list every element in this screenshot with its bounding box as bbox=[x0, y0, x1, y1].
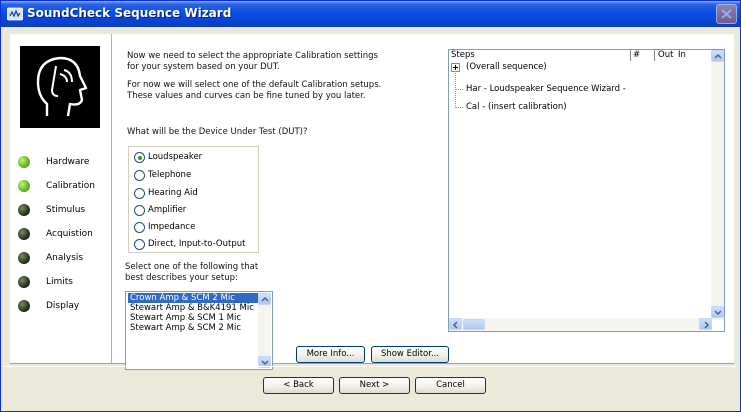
step-hardware: Hardware bbox=[18, 156, 113, 170]
step-acquisition: Acquistion bbox=[18, 228, 113, 242]
radio-button[interactable] bbox=[134, 239, 145, 250]
step-status-indicator bbox=[18, 228, 30, 240]
step-label: Calibration bbox=[46, 181, 95, 191]
column-separator bbox=[630, 50, 631, 61]
client-area: Hardware Calibration Stimulus Acquistion… bbox=[4, 27, 737, 406]
title-bar[interactable]: SoundCheck Sequence Wizard bbox=[1, 1, 740, 27]
dut-radio-group: Loudspeaker Telephone Hearing Aid Amplif… bbox=[128, 146, 259, 253]
radio-button[interactable] bbox=[134, 152, 145, 163]
back-button[interactable]: < Back bbox=[263, 377, 334, 394]
radio-button[interactable] bbox=[134, 188, 145, 199]
step-label: Stimulus bbox=[46, 205, 86, 215]
setup-list-item[interactable]: Stewart Amp & SCM 1 Mic bbox=[128, 313, 258, 323]
scroll-left-button[interactable] bbox=[449, 318, 462, 330]
scroll-right-button[interactable] bbox=[699, 318, 712, 330]
step-status-indicator bbox=[18, 252, 30, 264]
radio-label: Hearing Aid bbox=[148, 188, 198, 198]
close-icon bbox=[721, 9, 732, 19]
step-status-indicator bbox=[18, 204, 30, 216]
setup-list-scrollbar[interactable] bbox=[258, 293, 271, 368]
radio-telephone[interactable]: Telephone bbox=[134, 169, 254, 183]
wizard-window: SoundCheck Sequence Wizard Hardware Cali… bbox=[0, 0, 741, 412]
intro-text-2: for your system based on your DUT. bbox=[127, 62, 280, 72]
dut-question: What will be the Device Under Test (DUT)… bbox=[127, 127, 308, 137]
setup-list-item[interactable]: Stewart Amp & B&K4191 Mic bbox=[128, 303, 258, 313]
radio-button[interactable] bbox=[134, 222, 145, 233]
setup-prompt-1: Select one of the following that bbox=[125, 262, 259, 272]
tree-row-calibration[interactable]: Cal - (insert calibration) bbox=[466, 102, 567, 112]
tree-row-hardware[interactable]: Har - Loudspeaker Sequence Wizard - bbox=[466, 84, 626, 94]
head-listening-logo bbox=[20, 46, 100, 128]
radio-hearing-aid[interactable]: Hearing Aid bbox=[134, 187, 254, 201]
step-status-indicator bbox=[18, 156, 30, 168]
radio-label: Amplifier bbox=[148, 205, 187, 215]
sequence-steps-pane[interactable]: Steps # Out In (Overall sequence) Har - … bbox=[448, 49, 725, 332]
setup-prompt-2: best describes your setup: bbox=[125, 273, 238, 283]
step-status-indicator bbox=[18, 300, 30, 312]
radio-loudspeaker[interactable]: Loudspeaker bbox=[134, 151, 254, 165]
soundcheck-app-icon bbox=[7, 7, 23, 21]
column-header-number[interactable]: # bbox=[633, 50, 640, 61]
tree-row-overall[interactable]: (Overall sequence) bbox=[466, 62, 547, 72]
chevron-down-icon bbox=[714, 310, 722, 316]
step-label: Analysis bbox=[46, 253, 84, 263]
step-status-indicator bbox=[18, 180, 30, 192]
scroll-down-button[interactable] bbox=[711, 306, 724, 318]
setup-list-item[interactable]: Crown Amp & SCM 2 Mic bbox=[128, 293, 258, 303]
step-calibration: Calibration bbox=[18, 180, 113, 194]
step-label: Hardware bbox=[46, 157, 90, 167]
radio-label: Direct, Input-to-Output bbox=[148, 239, 246, 249]
chevron-left-icon bbox=[452, 321, 458, 329]
step-label: Acquistion bbox=[46, 229, 93, 239]
tree-connector bbox=[455, 89, 463, 90]
radio-button[interactable] bbox=[134, 205, 145, 216]
intro-text-1: Now we need to select the appropriate Ca… bbox=[127, 51, 378, 61]
scroll-thumb[interactable] bbox=[463, 319, 485, 330]
content-panel: Hardware Calibration Stimulus Acquistion… bbox=[10, 34, 734, 370]
step-stimulus: Stimulus bbox=[18, 204, 113, 218]
scroll-up-button[interactable] bbox=[258, 293, 271, 305]
window-title: SoundCheck Sequence Wizard bbox=[27, 6, 232, 20]
step-status-indicator bbox=[18, 276, 30, 288]
radio-impedance[interactable]: Impedance bbox=[134, 221, 254, 235]
radio-button[interactable] bbox=[134, 170, 145, 181]
column-header-steps[interactable]: Steps bbox=[451, 50, 475, 61]
steps-vertical-scrollbar[interactable] bbox=[711, 50, 724, 320]
show-editor-button[interactable]: Show Editor... bbox=[371, 346, 449, 363]
chevron-right-icon bbox=[704, 321, 710, 329]
setup-listbox[interactable]: Crown Amp & SCM 2 Mic Stewart Amp & B&K4… bbox=[125, 291, 273, 370]
footer-divider bbox=[4, 366, 737, 367]
step-label: Limits bbox=[46, 277, 73, 287]
radio-label: Impedance bbox=[148, 222, 196, 232]
tree-connector bbox=[455, 107, 463, 108]
cancel-button[interactable]: Cancel bbox=[415, 377, 486, 394]
chevron-up-icon bbox=[261, 296, 269, 302]
chevron-up-icon bbox=[714, 53, 722, 59]
radio-amplifier[interactable]: Amplifier bbox=[134, 204, 254, 218]
step-label: Display bbox=[46, 301, 80, 311]
step-analysis: Analysis bbox=[18, 252, 113, 266]
next-button[interactable]: Next > bbox=[339, 377, 410, 394]
close-button[interactable] bbox=[716, 4, 737, 24]
radio-direct-input-to-output[interactable]: Direct, Input-to-Output bbox=[134, 238, 254, 252]
steps-horizontal-scrollbar[interactable] bbox=[449, 318, 712, 331]
column-header-in[interactable]: In bbox=[678, 50, 686, 61]
setup-list-item[interactable]: Stewart Amp & SCM 2 Mic bbox=[128, 323, 258, 333]
column-header-out[interactable]: Out bbox=[658, 50, 673, 61]
column-separator bbox=[654, 50, 655, 61]
intro-text-4: These values and curves can be fine tune… bbox=[127, 91, 366, 101]
chevron-down-icon bbox=[261, 360, 269, 366]
intro-text-3: For now we will select one of the defaul… bbox=[127, 80, 382, 90]
scroll-up-button[interactable] bbox=[711, 50, 724, 62]
step-display: Display bbox=[18, 300, 113, 314]
more-info-button[interactable]: More Info... bbox=[296, 346, 365, 363]
radio-label: Telephone bbox=[148, 170, 192, 180]
radio-label: Loudspeaker bbox=[148, 152, 203, 162]
step-limits: Limits bbox=[18, 276, 113, 290]
